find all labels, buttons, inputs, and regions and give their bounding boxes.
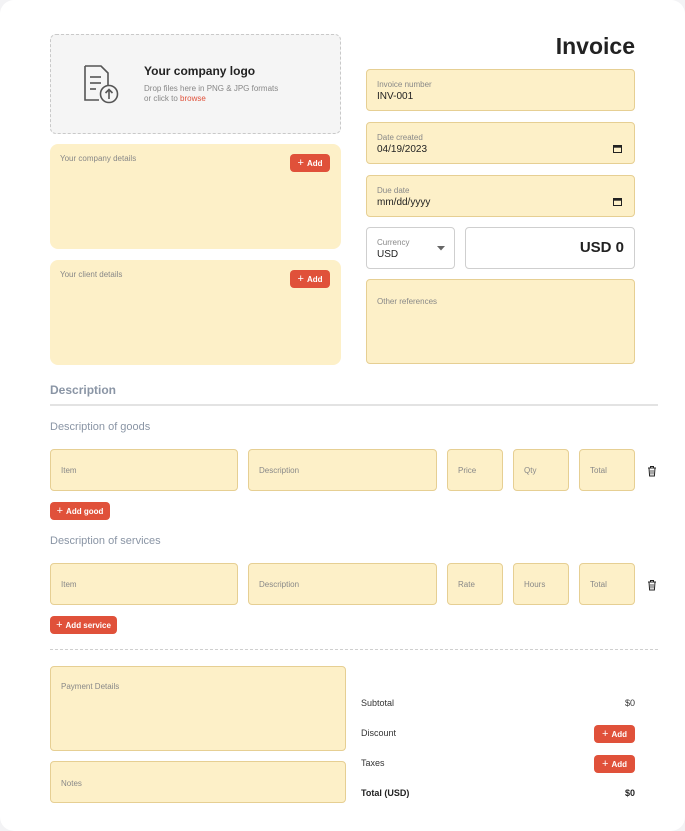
total-value: $0 <box>624 788 635 798</box>
invoice-number-field[interactable]: Invoice number INV-001 <box>366 69 635 111</box>
payment-details-field[interactable]: Payment Details <box>50 666 346 751</box>
goods-item-cell[interactable]: Item <box>50 449 238 491</box>
services-rate-cell[interactable]: Rate <box>447 563 503 605</box>
company-details-label: Your company details <box>60 154 137 163</box>
goods-col-item: Item <box>61 466 77 475</box>
due-date-value: mm/dd/yyyy <box>377 197 431 208</box>
services-col-hours: Hours <box>524 580 546 589</box>
services-hours-cell[interactable]: Hours <box>513 563 569 605</box>
services-col-total: Total <box>590 580 607 589</box>
plus-icon: + <box>56 618 63 631</box>
add-company-details-button[interactable]: + Add <box>290 154 330 172</box>
due-date-field[interactable]: Due date mm/dd/yyyy <box>366 175 635 217</box>
services-description-cell[interactable]: Description <box>248 563 437 605</box>
payment-details-label: Payment Details <box>61 682 120 691</box>
trash-icon[interactable] <box>647 465 657 477</box>
services-col-description: Description <box>259 580 300 589</box>
add-company-details-label: Add <box>306 158 323 168</box>
due-date-label: Due date <box>377 186 410 195</box>
plus-icon: + <box>297 156 304 169</box>
subtotal-value: $0 <box>624 698 635 708</box>
add-taxes-label: Add <box>611 759 627 769</box>
invoice-card: Your company logo Drop files here in PNG… <box>0 0 685 831</box>
services-col-item: Item <box>61 580 77 589</box>
currency-value: USD <box>377 249 399 260</box>
add-good-label: Add good <box>66 506 104 516</box>
invoice-number-label: Invoice number <box>377 80 432 89</box>
goods-total-cell[interactable]: Total <box>579 449 635 491</box>
add-service-button[interactable]: + Add service <box>50 616 117 634</box>
goods-price-cell[interactable]: Price <box>447 449 503 491</box>
logo-heading: Your company logo <box>144 64 256 78</box>
add-discount-label: Add <box>611 729 627 739</box>
trash-icon[interactable] <box>647 579 657 591</box>
goods-col-qty: Qty <box>524 466 537 475</box>
other-references-field[interactable]: Other references <box>366 279 635 364</box>
plus-icon: + <box>602 757 609 770</box>
calendar-icon[interactable] <box>613 197 622 206</box>
description-heading: Description <box>50 383 117 397</box>
goods-col-description: Description <box>259 466 300 475</box>
date-created-value: 04/19/2023 <box>377 144 428 155</box>
goods-qty-cell[interactable]: Qty <box>513 449 569 491</box>
total-label: Total (USD) <box>361 788 410 798</box>
other-references-label: Other references <box>377 297 438 306</box>
amount-value: USD 0 <box>579 239 624 256</box>
add-service-label: Add service <box>65 620 111 630</box>
calendar-icon[interactable] <box>613 144 622 153</box>
chevron-down-icon <box>437 246 445 251</box>
goods-description-cell[interactable]: Description <box>248 449 437 491</box>
browse-link[interactable]: browse <box>180 94 206 103</box>
logo-hint-line1: Drop files here in PNG & JPG formats <box>144 84 279 93</box>
date-created-field[interactable]: Date created 04/19/2023 <box>366 122 635 164</box>
description-divider <box>50 404 658 406</box>
discount-label: Discount <box>361 728 397 738</box>
goods-col-price: Price <box>458 466 477 475</box>
plus-icon: + <box>297 272 304 285</box>
logo-hint: Drop files here in PNG & JPG formats or … <box>144 84 278 104</box>
add-client-details-label: Add <box>306 274 323 284</box>
date-created-label: Date created <box>377 133 423 142</box>
amount-display: USD 0 <box>465 227 635 269</box>
goods-col-total: Total <box>590 466 607 475</box>
company-details-box[interactable]: Your company details + Add <box>50 144 341 249</box>
currency-select[interactable]: Currency USD <box>366 227 455 269</box>
currency-label: Currency <box>377 238 410 247</box>
add-discount-button[interactable]: + Add <box>594 725 635 743</box>
client-details-box[interactable]: Your client details + Add <box>50 260 341 365</box>
logo-hint-prefix: or click to <box>144 94 181 103</box>
plus-icon: + <box>56 504 64 517</box>
services-total-cell[interactable]: Total <box>579 563 635 605</box>
taxes-label: Taxes <box>361 758 385 768</box>
page-title: Invoice <box>555 33 635 59</box>
file-upload-icon <box>84 65 119 104</box>
services-item-cell[interactable]: Item <box>50 563 238 605</box>
add-taxes-button[interactable]: + Add <box>594 755 635 773</box>
add-good-button[interactable]: + Add good <box>50 502 110 520</box>
notes-label: Notes <box>61 779 82 788</box>
goods-heading: Description of goods <box>50 421 151 433</box>
subtotal-label: Subtotal <box>361 698 395 708</box>
client-details-label: Your client details <box>60 270 123 279</box>
services-col-rate: Rate <box>458 580 475 589</box>
dashed-divider <box>50 649 658 650</box>
logo-dropzone[interactable]: Your company logo Drop files here in PNG… <box>50 34 341 134</box>
logo-hint-line2: or click to browse <box>144 94 278 104</box>
notes-field[interactable]: Notes <box>50 761 346 803</box>
invoice-number-value: INV-001 <box>377 91 414 102</box>
services-heading: Description of services <box>50 535 161 547</box>
add-client-details-button[interactable]: + Add <box>290 270 330 288</box>
plus-icon: + <box>602 727 609 740</box>
